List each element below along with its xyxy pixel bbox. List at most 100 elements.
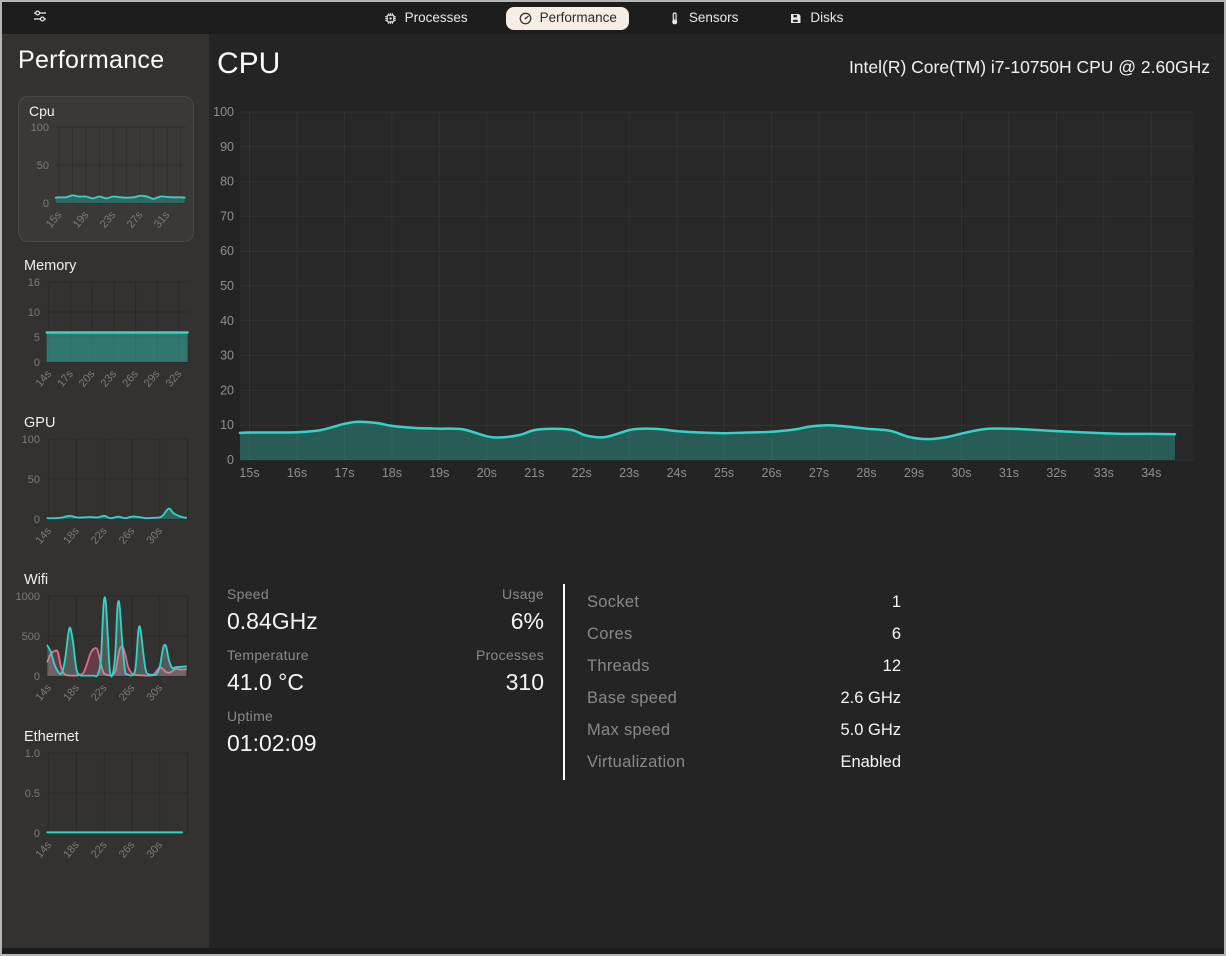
temperature-value: 41.0 °C	[227, 669, 304, 695]
svg-text:20s: 20s	[77, 368, 98, 390]
svg-text:0: 0	[34, 671, 40, 683]
svg-text:16: 16	[28, 277, 40, 289]
svg-text:33s: 33s	[1094, 466, 1114, 480]
tab-label: Performance	[539, 10, 617, 26]
svg-text:24s: 24s	[667, 466, 687, 480]
virtualization-label: Virtualization	[587, 752, 686, 771]
svg-text:26s: 26s	[117, 839, 138, 861]
cpu-panel: CPU Intel(R) Core(TM) i7-10750H CPU @ 2.…	[209, 34, 1224, 948]
svg-text:26s: 26s	[762, 466, 782, 480]
svg-text:18s: 18s	[61, 839, 82, 861]
chip-icon	[383, 11, 398, 26]
table-row: Threads 12	[587, 650, 901, 682]
svg-text:23s: 23s	[99, 368, 120, 390]
svg-text:10: 10	[220, 418, 234, 432]
socket-label: Socket	[587, 592, 640, 611]
performance-sidebar: Performance Cpu 0 50 100 15s 19s 23s 27s 31s Me…	[2, 34, 209, 948]
svg-text:0: 0	[34, 514, 40, 526]
sidebar-title: Performance	[18, 46, 165, 74]
svg-text:5: 5	[34, 332, 40, 344]
ethernet-mini-label: Ethernet	[24, 729, 79, 745]
svg-text:14s: 14s	[33, 682, 54, 704]
memory-mini-chart: 0 5 10 16 14s 17s 20s 23s 26s 29s 32s	[28, 277, 189, 390]
tab-processes[interactable]: Processes	[371, 7, 480, 30]
svg-text:18s: 18s	[382, 466, 402, 480]
svg-text:27s: 27s	[809, 466, 829, 480]
svg-text:18s: 18s	[61, 525, 82, 547]
svg-text:1000: 1000	[16, 591, 40, 603]
socket-value: 1	[891, 592, 901, 611]
svg-text:100: 100	[213, 105, 234, 119]
svg-text:30s: 30s	[951, 466, 971, 480]
svg-text:31s: 31s	[152, 209, 173, 231]
tab-label: Processes	[404, 10, 468, 26]
tab-performance[interactable]: Performance	[505, 6, 629, 30]
svg-text:26s: 26s	[120, 368, 141, 390]
uptime-value: 01:02:09	[227, 730, 317, 756]
gauge-icon	[518, 11, 533, 26]
thermometer-icon	[667, 11, 682, 26]
svg-text:0: 0	[34, 828, 40, 840]
gpu-mini-label: GPU	[24, 415, 56, 431]
svg-text:22s: 22s	[89, 839, 110, 861]
memory-mini-label: Memory	[24, 258, 77, 274]
table-row: Max speed 5.0 GHz	[587, 714, 901, 746]
ethernet-mini-chart: 0 0.5 1.0 14s 18s 22s 26s 30s	[25, 748, 189, 861]
floppy-disk-icon	[788, 11, 803, 26]
svg-text:0.5: 0.5	[25, 788, 40, 800]
wifi-mini-label: Wifi	[24, 572, 49, 588]
table-row: Virtualization Enabled	[587, 746, 901, 778]
svg-text:10: 10	[28, 307, 40, 319]
svg-text:15s: 15s	[239, 466, 259, 480]
svg-text:30: 30	[220, 349, 234, 363]
svg-text:21s: 21s	[524, 466, 544, 480]
tab-sensors[interactable]: Sensors	[655, 7, 751, 30]
top-bar: Processes Performance Sensors Disks	[2, 2, 1224, 34]
svg-text:30s: 30s	[144, 839, 165, 861]
uptime-label: Uptime	[227, 708, 274, 724]
svg-text:16s: 16s	[287, 466, 307, 480]
window-bottom-edge	[2, 948, 1224, 954]
svg-text:22s: 22s	[572, 466, 592, 480]
svg-text:50: 50	[28, 474, 40, 486]
processes-label: Processes	[475, 647, 544, 663]
tab-disks[interactable]: Disks	[776, 7, 855, 30]
temperature-label: Temperature	[227, 647, 309, 663]
cpu-model-name: Intel(R) Core(TM) i7-10750H CPU @ 2.60GH…	[848, 57, 1210, 77]
speed-value: 0.84GHz	[227, 608, 318, 634]
svg-text:15s: 15s	[44, 209, 65, 231]
svg-text:60: 60	[220, 244, 234, 258]
svg-text:29s: 29s	[142, 368, 163, 390]
svg-text:100: 100	[31, 122, 49, 134]
cores-label: Cores	[587, 624, 633, 643]
max-speed-label: Max speed	[587, 720, 671, 739]
svg-text:26s: 26s	[117, 525, 138, 547]
cores-value: 6	[891, 624, 901, 643]
usage-value: 6%	[510, 608, 544, 634]
svg-text:18s: 18s	[61, 682, 82, 704]
svg-text:26s: 26s	[117, 682, 138, 704]
svg-text:22s: 22s	[89, 682, 110, 704]
tab-label: Sensors	[688, 10, 739, 26]
preferences-button[interactable]	[26, 6, 54, 30]
svg-text:22s: 22s	[89, 525, 110, 547]
svg-text:25s: 25s	[714, 466, 734, 480]
svg-text:17s: 17s	[334, 466, 354, 480]
cpu-utilization-chart: 0 10 20 30 40 50 60 70 80 90 100 15s 16s 17s 18s 19s 20s…	[213, 105, 1194, 480]
svg-text:0: 0	[34, 357, 40, 369]
table-row: Cores 6	[587, 618, 901, 650]
sidebar-item-cpu[interactable]: Cpu 0 50 100 15s 19s 23s 27s 31s	[18, 96, 194, 242]
cpu-info-table: Socket 1 Cores 6 Threads 12 Base speed 2…	[587, 586, 901, 778]
svg-text:80: 80	[220, 175, 234, 189]
svg-text:500: 500	[22, 631, 40, 643]
svg-text:50: 50	[37, 160, 49, 172]
svg-text:14s: 14s	[34, 368, 55, 390]
virtualization-value: Enabled	[840, 752, 901, 771]
speed-label: Speed	[227, 586, 269, 602]
svg-text:29s: 29s	[904, 466, 924, 480]
threads-label: Threads	[587, 656, 650, 675]
page-title: CPU	[217, 47, 281, 80]
gpu-mini-chart: 0 50 100 14s 18s 22s 26s 30s	[22, 434, 189, 547]
processes-value: 310	[505, 669, 544, 695]
svg-text:100: 100	[22, 434, 40, 446]
